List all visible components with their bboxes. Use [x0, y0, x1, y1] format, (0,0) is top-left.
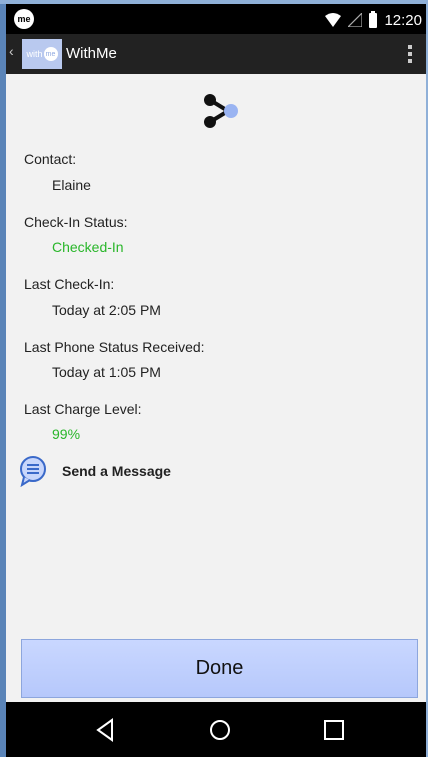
wifi-icon [325, 13, 342, 27]
status-bar: me 12:20 [6, 4, 426, 34]
message-bubble-icon [20, 456, 46, 487]
contact-label: Contact: [24, 151, 77, 167]
logo-text: with [26, 49, 43, 59]
back-chevron-icon[interactable]: ‹ [9, 43, 14, 59]
nav-recent-icon[interactable] [320, 716, 348, 744]
last-checkin-value: Today at 2:05 PM [52, 302, 161, 318]
status-time: 12:20 [384, 11, 422, 29]
signal-icon [348, 13, 363, 27]
last-phone-status-value: Today at 1:05 PM [52, 364, 161, 380]
battery-icon [369, 10, 378, 28]
nav-home-icon[interactable] [206, 716, 234, 744]
last-charge-level-label: Last Charge Level: [24, 401, 142, 417]
send-message-button[interactable]: Send a Message [18, 454, 171, 488]
app-icon: me [14, 9, 34, 29]
status-icons: 12:20 [325, 10, 422, 30]
done-button[interactable]: Done [21, 639, 418, 698]
overflow-menu-icon[interactable] [402, 40, 418, 68]
checkin-status-value: Checked-In [52, 239, 124, 255]
last-phone-status-label: Last Phone Status Received: [24, 339, 205, 355]
contact-value: Elaine [52, 177, 91, 193]
nav-back-icon[interactable] [92, 716, 120, 744]
withme-logo-icon[interactable]: with me [22, 39, 62, 69]
logo-me: me [43, 47, 58, 61]
action-bar: ‹ with me WithMe [6, 34, 426, 74]
action-bar-title: WithMe [66, 45, 117, 62]
main-content: Contact: Elaine Check-In Status: Checked… [6, 74, 426, 702]
checkin-status-label: Check-In Status: [24, 214, 128, 230]
navigation-bar [6, 702, 426, 757]
withme-logo-icon [204, 94, 238, 128]
last-charge-level-value: 99% [52, 426, 81, 442]
last-checkin-label: Last Check-In: [24, 276, 115, 292]
send-message-label: Send a Message [62, 463, 171, 479]
